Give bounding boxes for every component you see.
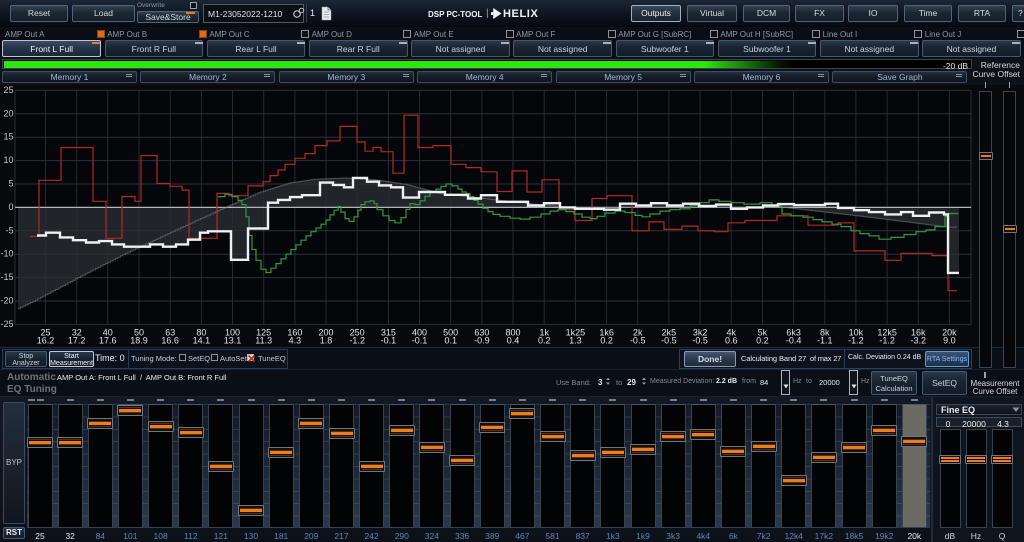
svg-text:-1.2: -1.2 (349, 336, 365, 346)
svg-text:-10: -10 (0, 249, 13, 259)
svg-text:-0.4: -0.4 (786, 336, 802, 346)
svg-text:16.6: 16.6 (161, 336, 179, 346)
svg-text:-3.2: -3.2 (911, 336, 927, 346)
svg-text:13.1: 13.1 (224, 336, 242, 346)
svg-text:9.0: 9.0 (943, 336, 956, 346)
svg-text:4.3: 4.3 (289, 336, 302, 346)
svg-text:0.2: 0.2 (756, 336, 769, 346)
svg-text:11.3: 11.3 (255, 336, 272, 346)
svg-text:18.9: 18.9 (130, 336, 148, 346)
svg-text:17.6: 17.6 (99, 336, 117, 346)
svg-text:-20: -20 (0, 296, 13, 306)
svg-text:-15: -15 (0, 272, 13, 282)
svg-text:0.1: 0.1 (444, 336, 457, 346)
svg-text:-0.9: -0.9 (474, 336, 490, 346)
svg-text:0.4: 0.4 (507, 336, 520, 346)
svg-text:-25: -25 (0, 319, 13, 329)
svg-text:0: 0 (8, 202, 13, 212)
svg-text:14.1: 14.1 (193, 336, 211, 346)
svg-text:-0.5: -0.5 (661, 336, 677, 346)
svg-text:1.3: 1.3 (569, 336, 582, 346)
svg-text:-1.2: -1.2 (879, 336, 895, 346)
svg-text:-1.2: -1.2 (848, 336, 864, 346)
svg-text:-0.5: -0.5 (630, 336, 646, 346)
svg-text:-0.1: -0.1 (412, 336, 428, 346)
svg-text:-1.1: -1.1 (817, 336, 833, 346)
svg-text:17.2: 17.2 (68, 336, 86, 346)
svg-text:0.6: 0.6 (725, 336, 738, 346)
svg-text:15: 15 (3, 132, 13, 142)
svg-text:0.2: 0.2 (538, 336, 551, 346)
svg-text:-5: -5 (5, 225, 13, 235)
svg-text:20: 20 (3, 108, 13, 118)
svg-text:1.8: 1.8 (320, 336, 333, 346)
svg-text:25: 25 (3, 85, 13, 95)
svg-text:5: 5 (8, 179, 13, 189)
svg-text:-0.5: -0.5 (692, 336, 708, 346)
svg-text:0.2: 0.2 (600, 336, 613, 346)
svg-text:10: 10 (3, 155, 13, 165)
svg-text:-0.1: -0.1 (381, 336, 397, 346)
svg-text:16.2: 16.2 (37, 336, 55, 346)
